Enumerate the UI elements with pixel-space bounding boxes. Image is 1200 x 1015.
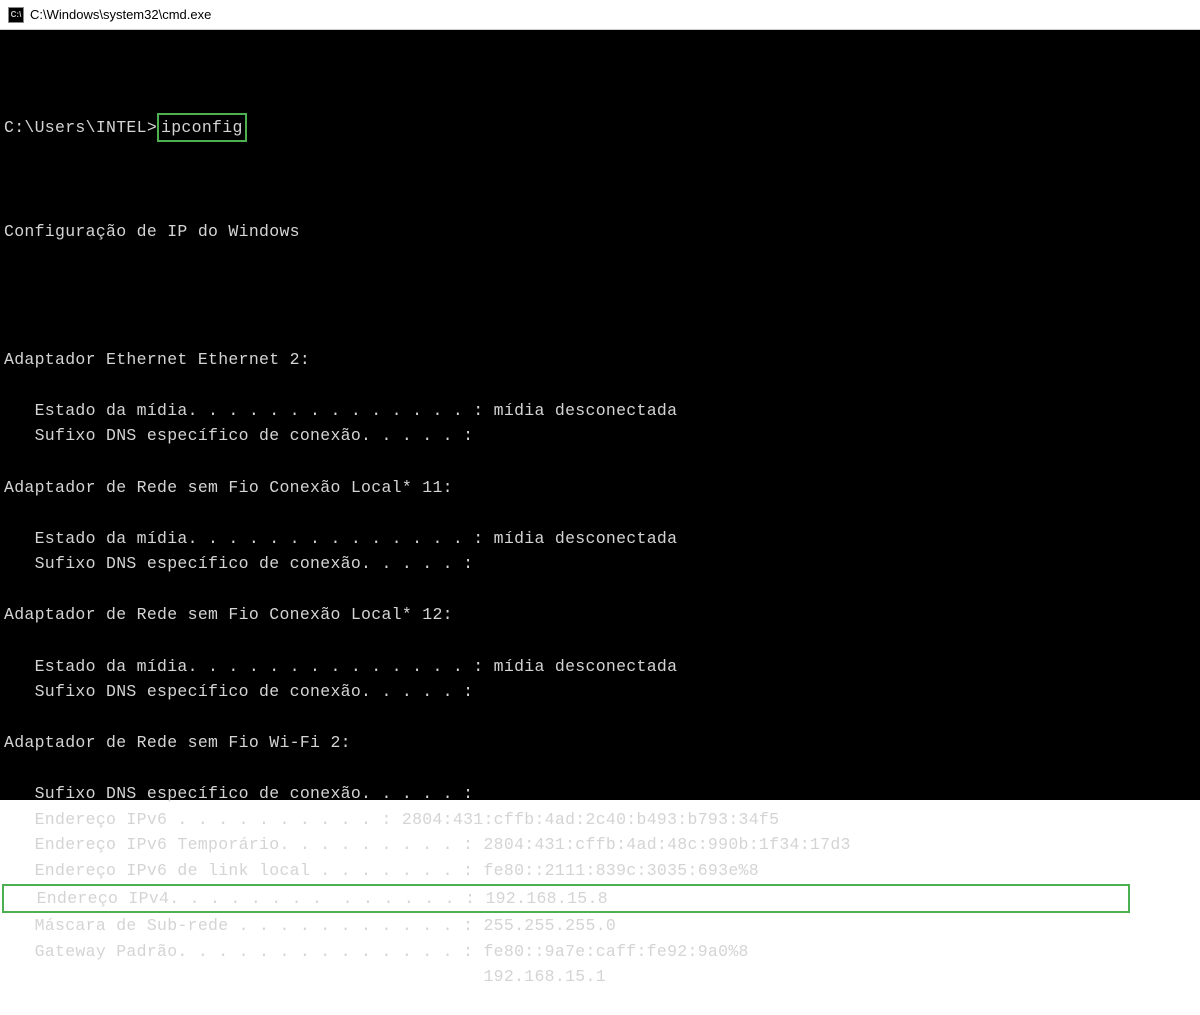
output-line: Endereço IPv6 . . . . . . . . . . : 2804…	[4, 807, 1196, 833]
output-line: 192.168.15.1	[4, 964, 1196, 990]
terminal-output[interactable]: C:\Users\INTEL>ipconfig Configuração de …	[0, 30, 1200, 800]
output-line: Estado da mídia. . . . . . . . . . . . .…	[4, 398, 1196, 424]
output-line: Gateway Padrão. . . . . . . . . . . . . …	[4, 939, 1196, 965]
output-line: Endereço IPv6 de link local . . . . . . …	[4, 858, 1196, 884]
ipv4-highlight: Endereço IPv4. . . . . . . . . . . . . .…	[2, 884, 1130, 914]
config-header: Configuração de IP do Windows	[4, 219, 1196, 245]
output-line: Sufixo DNS específico de conexão. . . . …	[4, 423, 1196, 449]
adapter-title: Adaptador de Rede sem Fio Wi-Fi 2:	[4, 730, 1196, 756]
output-line: Estado da mídia. . . . . . . . . . . . .…	[4, 526, 1196, 552]
output-line: Sufixo DNS específico de conexão. . . . …	[4, 781, 1196, 807]
prompt-text: C:\Users\INTEL>	[4, 118, 157, 137]
output-line: Endereço IPv6 Temporário. . . . . . . . …	[4, 832, 1196, 858]
window-titlebar[interactable]: C:\ C:\Windows\system32\cmd.exe	[0, 0, 1200, 30]
output-line: Máscara de Sub-rede . . . . . . . . . . …	[4, 913, 1196, 939]
window-title: C:\Windows\system32\cmd.exe	[30, 7, 211, 22]
adapter-title: Adaptador Ethernet Ethernet 2:	[4, 347, 1196, 373]
adapter-title: Adaptador de Rede sem Fio Conexão Local*…	[4, 475, 1196, 501]
adapter-title: Adaptador de Rede sem Fio Conexão Local*…	[4, 602, 1196, 628]
output-line: Estado da mídia. . . . . . . . . . . . .…	[4, 654, 1196, 680]
cmd-icon: C:\	[8, 7, 24, 23]
command-highlight: ipconfig	[157, 113, 247, 143]
output-line: Endereço IPv4. . . . . . . . . . . . . .…	[4, 884, 1196, 914]
output-line: Sufixo DNS específico de conexão. . . . …	[4, 551, 1196, 577]
output-line: Sufixo DNS específico de conexão. . . . …	[4, 679, 1196, 705]
